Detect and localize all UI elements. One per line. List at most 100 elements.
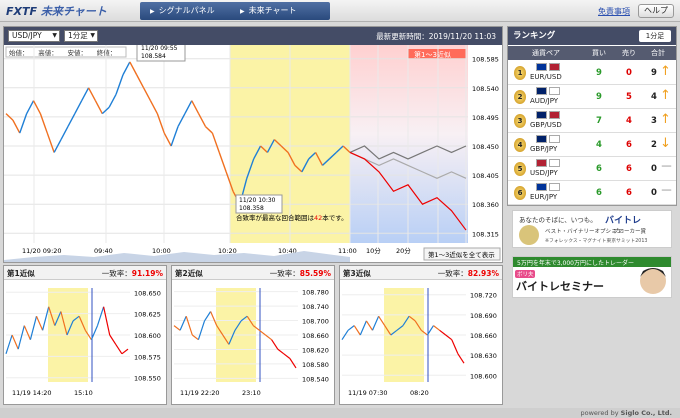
approx-3-plot: 108.720 108.690 108.660 108.630 108.600 11/19… [341, 288, 497, 397]
sell-count: 6 [626, 188, 632, 198]
price-segment [81, 87, 90, 102]
pair-select[interactable]: USD/JPY ▼ [8, 30, 60, 42]
tab-future-chart[interactable]: 未来チャート [230, 2, 330, 20]
currency-flags [536, 63, 562, 71]
logo-prefix: FXTF [6, 5, 38, 18]
ohlc-text: 始値： 高値： 安値： 終値： [9, 48, 116, 57]
buy-count: 7 [596, 116, 602, 126]
timeframe-select[interactable]: 1分足 ▼ [64, 30, 98, 42]
main-chart[interactable]: 第1～3近似 始値： 高値： 安値： 終値： 108.585 108.540 108… [4, 45, 502, 262]
ranking-row[interactable]: 6 EUR/JPY 6 6 0 － [508, 181, 676, 205]
approx-2-rate-label: 一致率： [269, 269, 300, 278]
trend-arrow-icon: － [660, 160, 674, 175]
x-tick-label: 11/19 14:20 [12, 389, 52, 397]
approx-3-label: 第3近似 [343, 269, 371, 278]
tab-signal-panel[interactable]: シグナルパネル [140, 2, 240, 20]
ranking-timeframe-button[interactable]: 1分足 [639, 30, 671, 42]
price-segment [94, 100, 103, 114]
ad-bytre-award[interactable]: あなたのそばに、いつも。 バイトレ ベスト・バイナリーオプション ブローカー賞 … [512, 210, 672, 248]
flag-icon [536, 63, 547, 71]
app-logo[interactable]: FXTF 未来チャート [6, 3, 107, 19]
top-bar: FXTF 未来チャート シグナルパネル 未来チャート 免責事項 ヘルプ [0, 0, 680, 22]
annotation-number: 42 [314, 214, 322, 222]
buy-count: 6 [596, 164, 602, 174]
price-segment [211, 132, 220, 153]
y-tick-label: 108.600 [134, 332, 161, 340]
y-tick-label: 108.540 [472, 85, 499, 93]
price-segment [121, 348, 129, 355]
forecast-label: 第1～3近似 [414, 50, 451, 59]
sell-count: 5 [626, 92, 632, 102]
y-tick-label: 108.540 [302, 375, 329, 383]
ranking-row[interactable]: 1 EUR/USD 9 0 9 ↑ [508, 61, 676, 85]
ranking-row[interactable]: 2 AUD/JPY 9 5 4 ↑ [508, 85, 676, 109]
price-segment [184, 100, 193, 114]
price-segment [115, 74, 124, 95]
ad-bytre-seminar[interactable]: 5万円を年末で3,000万円にしたトレーダー ボリ夫 バイトレセミナー [512, 256, 672, 298]
price-segment [74, 100, 83, 114]
sell-count: 4 [626, 116, 632, 126]
approx-chart-1[interactable]: 第1近似 一致率：91.19% 108.650 108.625 108.600 108… [3, 265, 167, 405]
y-tick-label: 108.650 [134, 289, 161, 297]
col-pair: 通貨ペア [532, 49, 560, 57]
col-total: 合計 [651, 49, 665, 57]
price-segment [197, 320, 206, 340]
trend-arrow-icon: － [660, 184, 674, 199]
price-segment [12, 119, 21, 134]
flag-icon [549, 159, 560, 167]
price-segment [210, 311, 218, 326]
price-segment [122, 61, 131, 76]
ranking-row[interactable]: 5 USD/JPY 6 6 0 － [508, 157, 676, 181]
col-buy: 買い [592, 49, 606, 57]
main-chart-panel: USD/JPY ▼ 1分足 ▼ 最新更新時間：2019/11/20 11:03 第1… [3, 26, 503, 263]
y-tick-label: 108.315 [472, 230, 499, 238]
pair-label: EUR/USD [530, 73, 562, 81]
price-segment [87, 87, 97, 102]
x-tick-label: 10:00 [152, 247, 171, 255]
tooltip-high-price: 108.584 [141, 53, 166, 60]
pair-label: GBP/JPY [530, 145, 558, 153]
price-segment [29, 316, 38, 340]
y-tick-label: 108.585 [472, 56, 499, 64]
flag-icon [549, 135, 560, 143]
flag-icon [549, 111, 560, 119]
price-segment [177, 113, 186, 127]
flag-icon [549, 63, 560, 71]
help-button[interactable]: ヘルプ [638, 4, 674, 18]
price-segment [26, 100, 35, 114]
price-segment [451, 339, 459, 355]
price-segment [283, 353, 291, 359]
price-segment [271, 339, 279, 350]
ad1-line2: ベスト・バイナリーオプション [545, 228, 623, 235]
currency-flags [536, 159, 562, 167]
ad2-main-text: バイトレセミナー [516, 280, 604, 293]
y-tick-label: 108.660 [302, 332, 329, 340]
buy-count: 9 [596, 92, 602, 102]
approx-3-rate-value: 82.93% [467, 269, 499, 278]
forecast-area [350, 45, 468, 243]
price-segment [203, 311, 212, 322]
y-tick-label: 108.550 [134, 375, 161, 383]
trend-arrow-icon: ↑ [660, 64, 671, 79]
y-tick-label: 108.405 [472, 172, 499, 180]
x-tick-label: 11/19 07:30 [348, 389, 388, 397]
pair-label: AUD/JPY [530, 97, 559, 105]
chevron-down-icon: ▼ [90, 32, 95, 39]
flag-icon [536, 111, 547, 119]
ranking-row[interactable]: 3 GBP/USD 7 4 3 ↑ [508, 109, 676, 133]
flag-icon [549, 87, 560, 95]
approx-3-rate: 一致率：82.93% [438, 268, 499, 279]
ranking-row[interactable]: 4 GBP/JPY 4 6 2 ↓ [508, 133, 676, 157]
y-tick-label: 108.575 [134, 353, 161, 361]
rank-medal-icon: 4 [514, 138, 526, 152]
ad1-brand: バイトレ [605, 215, 641, 226]
x-tick-label: 10分 [366, 246, 381, 255]
x-tick-label: 23:10 [242, 389, 261, 397]
price-segment [445, 334, 453, 341]
disclaimer-link[interactable]: 免責事項 [598, 6, 630, 17]
approx-chart-3[interactable]: 第3近似 一致率：82.93% 108.720 108.690 108.660 108… [339, 265, 503, 405]
approx-chart-2[interactable]: 第2近似 一致率：85.59% 108.780 108.740 108.700 108… [171, 265, 335, 405]
show-all-label: 第1～3近似を全て表示 [428, 250, 495, 259]
price-segment [198, 113, 207, 127]
approx-chart-3-header: 第3近似 一致率：82.93% [340, 266, 502, 280]
